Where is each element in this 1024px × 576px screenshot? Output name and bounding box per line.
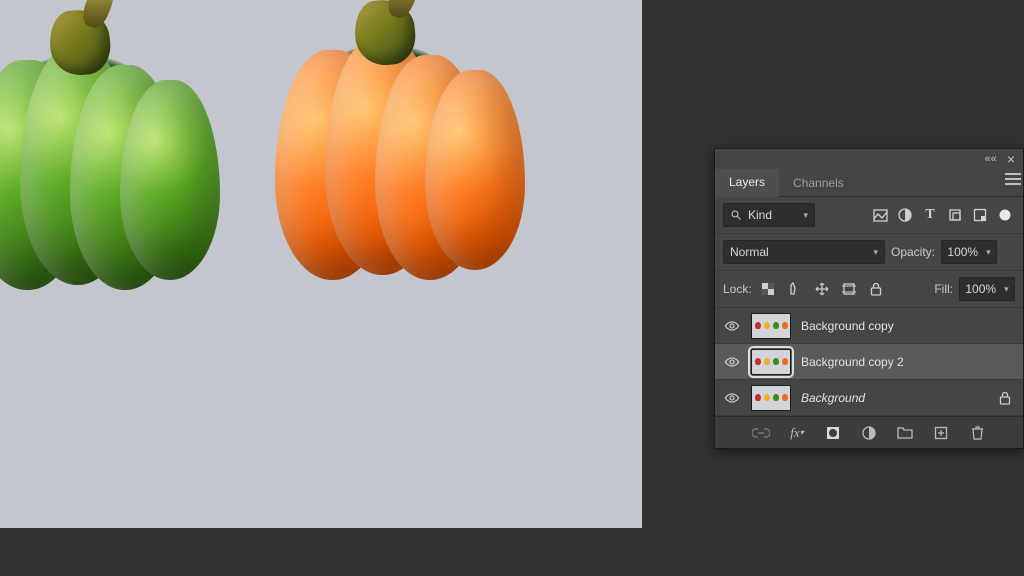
lock-artboard-icon[interactable] — [839, 279, 859, 299]
opacity-label: Opacity: — [891, 245, 935, 259]
lock-all-icon[interactable] — [866, 279, 886, 299]
chevron-down-icon: ▾ — [873, 247, 878, 258]
lock-position-icon[interactable] — [812, 279, 832, 299]
fx-icon[interactable]: fx▾ — [787, 423, 807, 443]
tab-channels[interactable]: Channels — [779, 169, 858, 196]
shape-filter-icon[interactable] — [945, 205, 965, 225]
layer-row[interactable]: Background — [715, 380, 1023, 416]
lock-transparent-icon[interactable] — [758, 279, 778, 299]
chevron-down-icon: ▾ — [803, 210, 808, 221]
layer-name[interactable]: Background copy 2 — [801, 355, 1015, 369]
search-icon — [730, 209, 742, 221]
layer-row[interactable]: Background copy 2 — [715, 344, 1023, 380]
pixel-filter-icon[interactable] — [870, 205, 890, 225]
panel-menu-icon[interactable] — [1003, 169, 1023, 189]
filter-kind-label: Kind — [748, 208, 772, 222]
visibility-toggle[interactable] — [723, 317, 741, 335]
layers-list: Background copy Background copy 2 Backgr… — [715, 308, 1023, 416]
orange-bell-pepper — [275, 10, 495, 260]
layer-row[interactable]: Background copy — [715, 308, 1023, 344]
lock-icon — [999, 391, 1015, 405]
panel-footer: fx▾ — [715, 416, 1023, 448]
layer-name[interactable]: Background copy — [801, 319, 1015, 333]
layer-thumbnail[interactable] — [751, 313, 791, 339]
lock-label: Lock: — [723, 282, 752, 296]
artboard-filter-icon[interactable] — [995, 205, 1015, 225]
adjustment-filter-icon[interactable] — [895, 205, 915, 225]
group-icon[interactable] — [895, 423, 915, 443]
fill-value: 100% — [965, 282, 996, 296]
smartobject-filter-icon[interactable] — [970, 205, 990, 225]
layers-panel: «« × Layers Channels Kind ▾ T — [714, 148, 1024, 449]
layer-name[interactable]: Background — [801, 391, 989, 405]
blend-row: Normal ▾ Opacity: 100%▾ — [715, 234, 1023, 271]
lock-row: Lock: Fill: 100%▾ — [715, 271, 1023, 308]
layer-thumbnail[interactable] — [751, 349, 791, 375]
type-filter-icon[interactable]: T — [920, 205, 940, 225]
visibility-toggle[interactable] — [723, 353, 741, 371]
lock-image-icon[interactable] — [785, 279, 805, 299]
panel-topbar: «« × — [715, 149, 1023, 169]
green-bell-pepper — [0, 20, 190, 270]
layer-filter-row: Kind ▾ T — [715, 197, 1023, 234]
blend-mode-select[interactable]: Normal ▾ — [723, 240, 885, 264]
collapse-icon[interactable]: «« — [985, 153, 997, 165]
delete-icon[interactable] — [967, 423, 987, 443]
blend-mode-value: Normal — [730, 245, 769, 259]
workspace: «« × Layers Channels Kind ▾ T — [0, 0, 1024, 576]
right-dock: «« × Layers Channels Kind ▾ T — [642, 0, 1024, 576]
document-canvas[interactable] — [0, 0, 642, 528]
fill-label: Fill: — [934, 282, 953, 296]
link-icon[interactable] — [751, 423, 771, 443]
new-layer-icon[interactable] — [931, 423, 951, 443]
panel-tabs: Layers Channels — [715, 169, 1023, 197]
fill-input[interactable]: 100%▾ — [959, 277, 1015, 301]
opacity-value: 100% — [947, 245, 978, 259]
opacity-input[interactable]: 100%▾ — [941, 240, 997, 264]
mask-icon[interactable] — [823, 423, 843, 443]
visibility-toggle[interactable] — [723, 389, 741, 407]
adjustment-icon[interactable] — [859, 423, 879, 443]
layer-thumbnail[interactable] — [751, 385, 791, 411]
tab-layers[interactable]: Layers — [715, 169, 779, 197]
close-icon[interactable]: × — [1007, 151, 1015, 167]
filter-kind-select[interactable]: Kind ▾ — [723, 203, 815, 227]
